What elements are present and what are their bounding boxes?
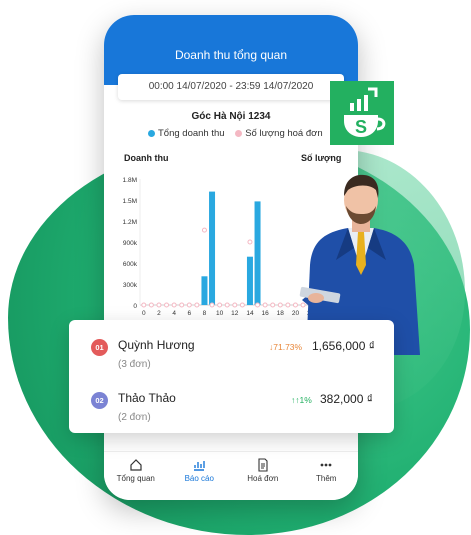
x-tick-label: 10 (216, 310, 224, 317)
change-percent: ↓71.73% (269, 342, 303, 352)
y-tick-label: 900k (123, 240, 138, 247)
home-icon (130, 459, 142, 471)
chart-legend: Tổng doanh thu Số lượng hoá đơn (144, 128, 323, 139)
staff-name: Thảo Thảo (118, 391, 176, 405)
y-axis-right-title: Số lượng (301, 153, 342, 163)
coffee-cup-logo: S (344, 87, 386, 137)
x-tick-label: 2 (157, 310, 161, 317)
nav-label: Hoá đơn (247, 474, 279, 483)
invoice-dot (217, 302, 223, 308)
revenue-bar (209, 191, 216, 305)
staff-ranking-card: 01 Quỳnh Hương (3 đơn) ↓71.73% 1,656,000… (69, 320, 394, 433)
invoice-dot (285, 302, 291, 308)
y-tick-label: 1.2M (123, 219, 137, 226)
rank-badge: 01 (91, 339, 108, 356)
invoice-dot (270, 302, 276, 308)
chart-icon (194, 461, 205, 471)
invoice-dot (247, 239, 253, 245)
legend-invoice-label: Số lượng hoá đơn (245, 128, 323, 139)
legend-revenue-label: Tổng doanh thu (158, 128, 225, 139)
y-tick-label: 1.5M (123, 198, 137, 205)
x-tick-label: 14 (246, 310, 254, 317)
nav-them[interactable]: Thêm (295, 452, 359, 500)
invoice-dot (179, 302, 185, 308)
page-title: Doanh thu tổng quan (174, 48, 288, 62)
order-count: (3 đơn) (118, 359, 151, 370)
list-item[interactable]: 01 Quỳnh Hương (3 đơn) ↓71.73% 1,656,000… (69, 330, 394, 380)
invoice-dot (209, 302, 215, 308)
x-tick-label: 16 (262, 310, 270, 317)
y-axis-left-title: Doanh thu (124, 153, 169, 163)
invoice-dot (201, 227, 207, 233)
nav-label: Thêm (316, 474, 337, 483)
invoice-dot (255, 302, 261, 308)
revenue-bar (254, 201, 261, 305)
invoice-dot (277, 302, 283, 308)
y-tick-label: 0 (133, 303, 137, 310)
invoice-dot (141, 302, 147, 308)
x-tick-label: 18 (277, 310, 285, 317)
revenue-amount: 382,000 ₫ (320, 392, 373, 406)
bottom-nav: Tổng quan Báo cáo Hoá đơn Thêm (104, 451, 358, 500)
legend-invoice-dot (235, 129, 243, 137)
invoice-dot (239, 302, 245, 308)
invoice-dot (194, 302, 200, 308)
nav-bao-cao[interactable]: Báo cáo (168, 452, 232, 500)
y-tick-label: 300k (123, 282, 138, 289)
order-count: (2 đơn) (118, 412, 151, 423)
nav-hoa-don[interactable]: Hoá đơn (231, 452, 295, 500)
x-tick-label: 8 (203, 310, 207, 317)
revenue-bar (246, 256, 253, 305)
invoice-dot (148, 302, 154, 308)
invoice-dot (171, 302, 177, 308)
x-tick-label: 6 (187, 310, 191, 317)
store-name: Góc Hà Nội 1234 (191, 111, 271, 122)
logo-letter: S (355, 117, 367, 137)
app-logo: S (330, 81, 394, 145)
change-percent: ↑↑1% (291, 395, 312, 405)
invoice-dot (232, 302, 238, 308)
list-item[interactable]: 02 Thảo Thảo (2 đơn) ↑↑1% 382,000 ₫ (69, 383, 394, 433)
invoice-dot (224, 302, 230, 308)
revenue-bar (201, 276, 208, 305)
nav-tong-quan[interactable]: Tổng quan (104, 452, 168, 500)
date-range-picker[interactable]: 00:00 14/07/2020 - 23:59 14/07/2020 (118, 74, 344, 100)
nav-label: Tổng quan (116, 474, 155, 483)
more-icon (320, 463, 332, 467)
staff-name: Quỳnh Hương (118, 338, 195, 352)
invoice-icon (258, 458, 268, 472)
x-tick-label: 12 (231, 310, 239, 317)
revenue-amount: 1,656,000 ₫ (312, 339, 375, 353)
x-tick-label: 0 (142, 310, 146, 317)
y-tick-label: 600k (123, 261, 138, 268)
invoice-dot (186, 302, 192, 308)
rank-badge: 02 (91, 392, 108, 409)
invoice-dot (262, 302, 268, 308)
nav-label: Báo cáo (184, 474, 214, 483)
x-tick-label: 4 (172, 310, 176, 317)
y-tick-label: 1.8M (123, 177, 137, 184)
invoice-dot (164, 302, 170, 308)
legend-revenue-dot (148, 129, 155, 137)
invoice-dot (156, 302, 162, 308)
